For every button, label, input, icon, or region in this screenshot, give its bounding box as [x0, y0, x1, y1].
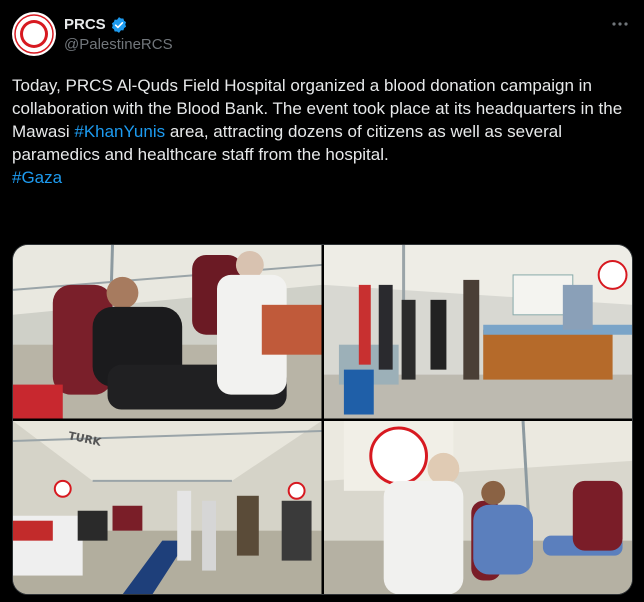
- display-name[interactable]: PRCS: [64, 16, 106, 33]
- hashtag-gaza[interactable]: #Gaza: [12, 168, 62, 187]
- photo-2-image: [323, 245, 632, 419]
- more-options-button[interactable]: [610, 14, 630, 34]
- author-names: PRCS @PalestineRCS: [64, 16, 173, 53]
- media-grid: TURK: [12, 244, 633, 595]
- photo-3[interactable]: TURK: [13, 420, 322, 594]
- red-crescent-icon: [14, 14, 54, 54]
- photo-1-image: [13, 245, 322, 419]
- photo-3-image: TURK: [13, 420, 322, 594]
- photo-4[interactable]: [323, 420, 632, 594]
- post-header: PRCS @PalestineRCS: [12, 12, 632, 56]
- photo-1[interactable]: [13, 245, 322, 419]
- post-text: Today, PRCS Al-Quds Field Hospital organ…: [12, 74, 632, 189]
- tweet: PRCS @PalestineRCS Today, PRCS Al-Quds F…: [0, 0, 644, 602]
- more-icon: [612, 22, 628, 26]
- avatar[interactable]: [12, 12, 56, 56]
- handle[interactable]: @PalestineRCS: [64, 36, 173, 53]
- photo-4-image: [323, 420, 632, 594]
- verified-badge-icon: [111, 16, 126, 33]
- hashtag-khanyunis[interactable]: #KhanYunis: [74, 122, 165, 141]
- photo-2[interactable]: [323, 245, 632, 419]
